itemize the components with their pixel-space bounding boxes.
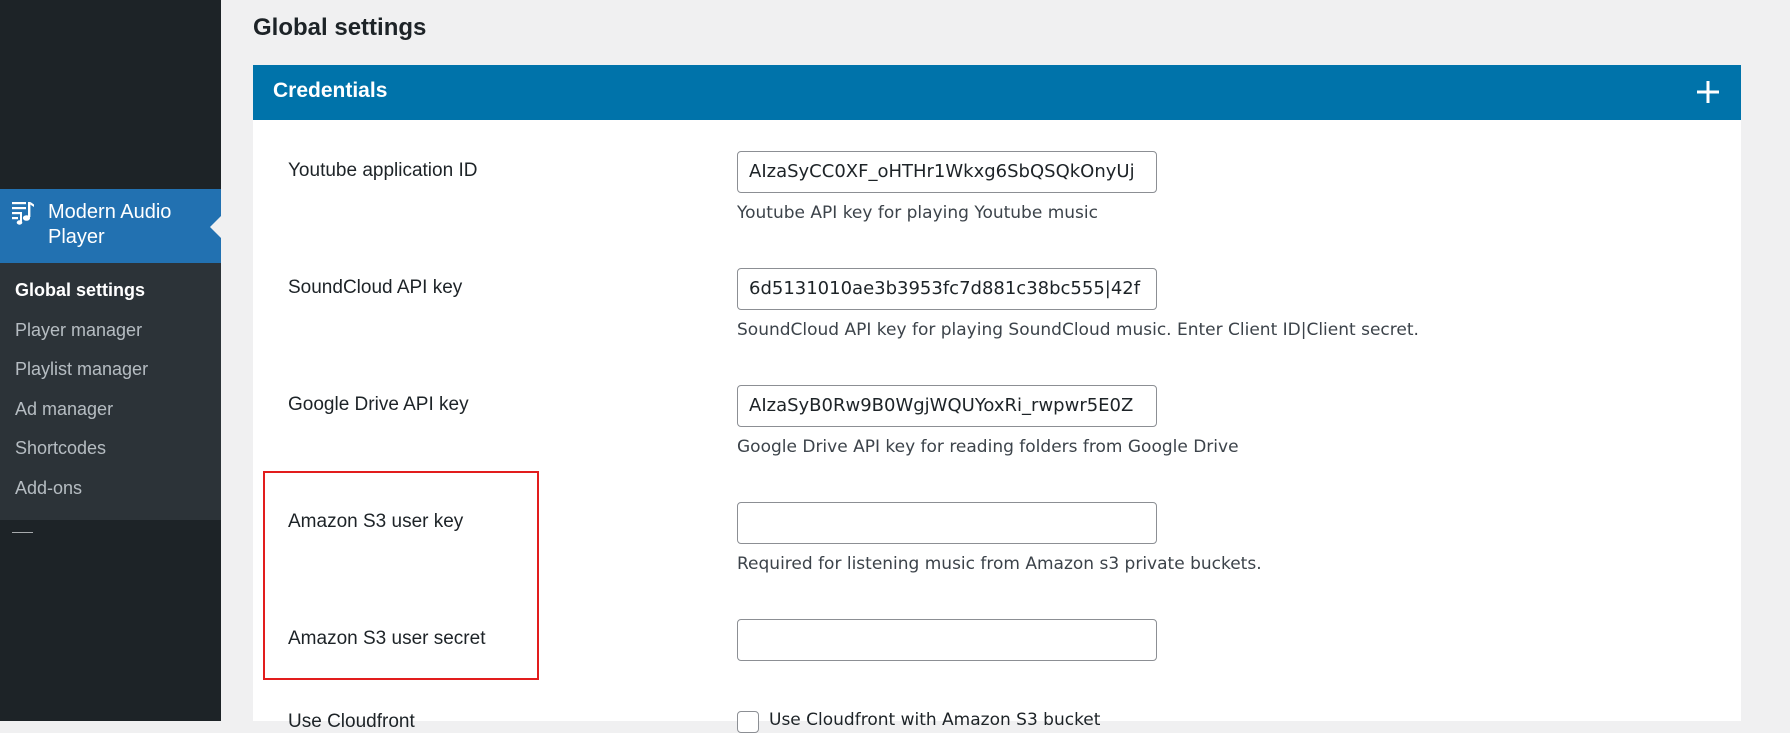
submenu-item-player-manager[interactable]: Player manager — [0, 311, 221, 351]
sidebar-item-label: Modern Audio Player — [48, 201, 172, 248]
soundcloud-api-key-description: SoundCloud API key for playing SoundClou… — [737, 320, 1419, 340]
submenu-item-shortcodes[interactable]: Shortcodes — [0, 429, 221, 469]
google-drive-api-key-description: Google Drive API key for reading folders… — [737, 437, 1239, 457]
s3-user-key-input[interactable] — [737, 502, 1157, 544]
s3-user-secret-input[interactable] — [737, 619, 1157, 661]
admin-sidebar: Modern Audio Player Global settings Play… — [0, 0, 221, 721]
soundcloud-api-key-input[interactable]: 6d5131010ae3b3953fc7d881c38bc555|42f — [737, 268, 1157, 310]
use-cloudfront-checkbox-label[interactable]: Use Cloudfront with Amazon S3 bucket — [769, 710, 1100, 730]
sidebar-item-modern-audio-player[interactable]: Modern Audio Player — [0, 189, 221, 263]
use-cloudfront-label: Use Cloudfront — [288, 711, 415, 732]
submenu-item-ad-manager[interactable]: Ad manager — [0, 390, 221, 430]
youtube-app-id-label: Youtube application ID — [288, 160, 478, 181]
sidebar-submenu: Global settings Player manager Playlist … — [0, 263, 221, 520]
active-menu-pointer — [210, 216, 221, 238]
soundcloud-api-key-label: SoundCloud API key — [288, 277, 463, 298]
playlist-music-icon — [11, 200, 35, 226]
google-drive-api-key-input[interactable]: AIzaSyB0Rw9B0WgjWQUYoxRi_rwpwr5E0Z — [737, 385, 1157, 427]
plus-icon[interactable] — [1695, 79, 1721, 105]
submenu-item-global-settings[interactable]: Global settings — [0, 271, 221, 311]
panel-title: Credentials — [273, 79, 388, 102]
s3-user-key-description: Required for listening music from Amazon… — [737, 554, 1262, 574]
sidebar-collapse-divider — [12, 532, 33, 533]
youtube-app-id-description: Youtube API key for playing Youtube musi… — [737, 203, 1098, 223]
use-cloudfront-checkbox[interactable] — [737, 711, 759, 733]
google-drive-api-key-label: Google Drive API key — [288, 394, 469, 415]
submenu-item-add-ons[interactable]: Add-ons — [0, 469, 221, 509]
s3-user-secret-label: Amazon S3 user secret — [288, 628, 486, 649]
submenu-item-playlist-manager[interactable]: Playlist manager — [0, 350, 221, 390]
page-title: Global settings — [253, 14, 427, 41]
s3-user-key-label: Amazon S3 user key — [288, 511, 464, 532]
credentials-panel-header[interactable]: Credentials — [253, 65, 1741, 120]
youtube-app-id-input[interactable]: AIzaSyCC0XF_oHTHr1Wkxg6SbQSQkOnyUj — [737, 151, 1157, 193]
